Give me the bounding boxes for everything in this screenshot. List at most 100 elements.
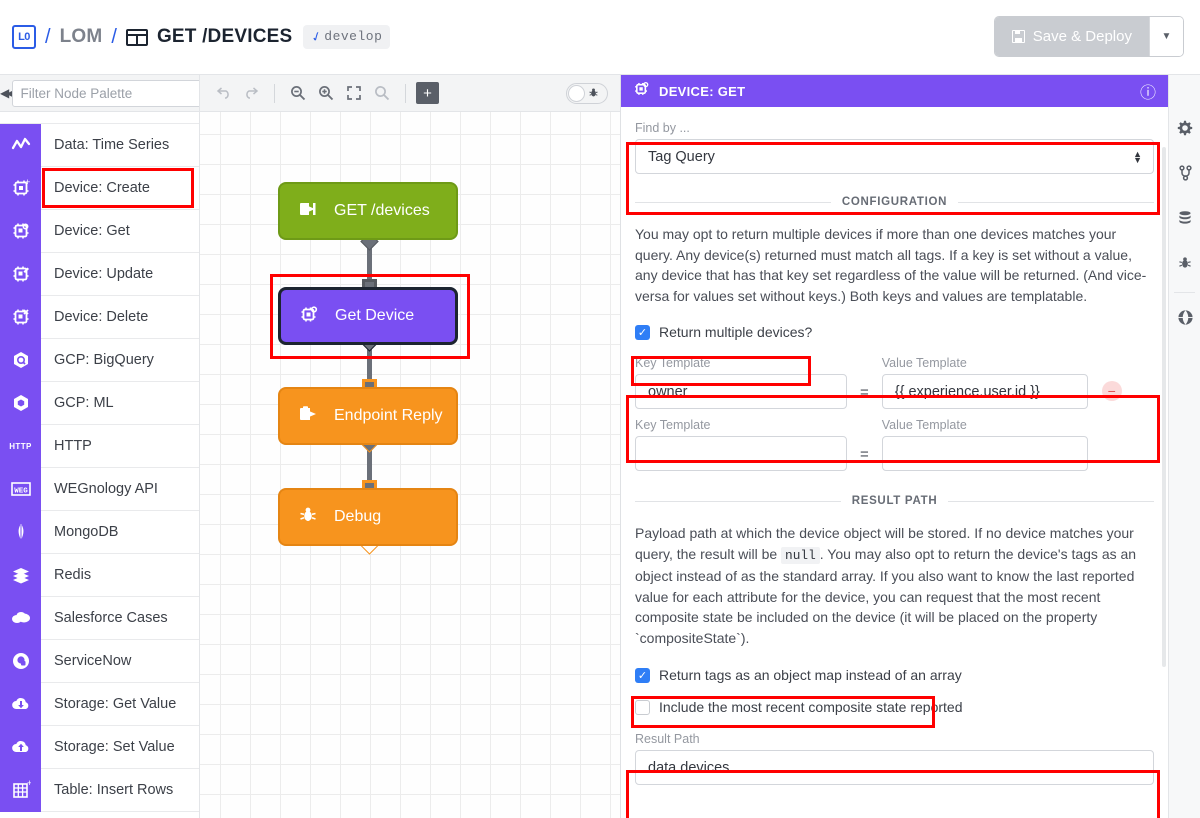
redo-button[interactable]: [238, 80, 264, 106]
canvas-node-get-device[interactable]: Get Device: [278, 287, 458, 345]
list-item-device-delete[interactable]: Device: Delete: [0, 295, 199, 339]
canvas-node-endpoint-reply[interactable]: Endpoint Reply: [278, 387, 458, 445]
canvas-node-trigger[interactable]: GET /devices: [278, 182, 458, 240]
list-item-label: GCP: BigQuery: [54, 352, 154, 368]
list-item-partial[interactable]: [0, 112, 199, 124]
list-item-servicenow[interactable]: ServiceNow: [0, 639, 199, 683]
list-item-http[interactable]: HTTP HTTP: [0, 424, 199, 468]
return-multiple-devices-checkbox[interactable]: ✓: [635, 324, 650, 340]
find-by-group: Find by ... ▲▼: [635, 107, 1154, 174]
minus-icon[interactable]: −: [1101, 381, 1122, 401]
branch-icon: [1178, 165, 1193, 186]
list-item-label: HTTP: [54, 438, 92, 454]
mongodb-icon: [0, 510, 41, 554]
database-icon: [1177, 210, 1193, 231]
workflow-canvas[interactable]: GET /devices Get Device Endpoint Reply D…: [200, 112, 620, 818]
rail-globe-button[interactable]: [1169, 297, 1200, 342]
rail-debug-button[interactable]: [1169, 243, 1200, 288]
list-item-gcp-bigquery[interactable]: GCP: BigQuery: [0, 338, 199, 382]
list-item-table-insert-rows[interactable]: + Table: Insert Rows: [0, 768, 199, 812]
rail-storage-button[interactable]: [1169, 198, 1200, 243]
add-node-icon[interactable]: +: [416, 82, 439, 104]
list-item-device-get[interactable]: Device: Get: [0, 209, 199, 253]
key-template-input-2[interactable]: [635, 436, 847, 471]
rail-divider: [1174, 292, 1195, 293]
list-item-storage-get-value[interactable]: Storage: Get Value: [0, 682, 199, 726]
list-item-storage-set-value[interactable]: Storage: Set Value: [0, 725, 199, 769]
result-path-section-divider: RESULT PATH: [635, 495, 1154, 507]
rail-versions-button[interactable]: [1169, 153, 1200, 198]
list-item-label: WEGnology API: [54, 481, 158, 497]
undo-button[interactable]: [210, 80, 236, 106]
save-deploy-button[interactable]: Save & Deploy: [994, 17, 1149, 56]
list-item-label: Device: Create: [54, 180, 150, 196]
list-item[interactable]: Data: Time Series: [0, 123, 199, 167]
zoom-in-icon[interactable]: [313, 80, 339, 106]
find-by-select-wrap[interactable]: ▲▼: [635, 139, 1154, 174]
panel-scrollbar[interactable]: [1162, 147, 1166, 667]
result-path-label: Result Path: [635, 732, 700, 746]
toolbar-divider-2: [405, 83, 406, 103]
chevron-down-icon: ▼: [1161, 31, 1172, 42]
brand-logo-text: L0: [18, 31, 30, 43]
branch-badge[interactable]: ✓ develop: [303, 25, 391, 49]
http-icon: HTTP: [0, 424, 41, 468]
return-multiple-devices-checkbox-row[interactable]: ✓ Return multiple devices?: [635, 324, 1154, 340]
tag-row-1: Key Template = Value Template −: [635, 356, 1154, 409]
help-icon[interactable]: ⓘ: [1140, 79, 1156, 103]
list-item-wegnology-api[interactable]: WEG WEGnology API: [0, 467, 199, 511]
panel-title: DEVICE: GET: [659, 83, 746, 99]
list-item-label: Storage: Get Value: [54, 696, 177, 712]
list-item-device-update[interactable]: Device: Update: [0, 252, 199, 296]
list-item-redis[interactable]: Redis: [0, 553, 199, 597]
list-item-label: Salesforce Cases: [54, 610, 168, 626]
svg-text:+: +: [27, 780, 31, 788]
salesforce-icon: [0, 596, 41, 640]
right-icon-rail: [1168, 75, 1200, 818]
debug-toggle[interactable]: [566, 83, 608, 104]
device-get-icon: [0, 209, 41, 253]
tags-as-object-checkbox-row[interactable]: ✓ Return tags as an object map instead o…: [635, 667, 1154, 683]
tags-as-object-label: Return tags as an object map instead of …: [659, 667, 962, 683]
find-by-select[interactable]: [635, 139, 1154, 174]
result-path-input[interactable]: [635, 750, 1154, 785]
key-template-label: Key Template: [635, 356, 711, 370]
rail-settings-button[interactable]: [1169, 108, 1200, 153]
filter-node-palette-input[interactable]: [12, 79, 199, 107]
fit-screen-icon[interactable]: [341, 80, 367, 106]
save-deploy-dropdown[interactable]: ▼: [1149, 17, 1183, 56]
gcp-ml-icon: [0, 381, 41, 425]
zoom-out-icon[interactable]: [285, 80, 311, 106]
canvas-node-label: Endpoint Reply: [334, 407, 443, 424]
branch-label: develop: [324, 29, 383, 44]
device-update-icon: [0, 252, 41, 296]
breadcrumb-workspace[interactable]: LOM: [60, 26, 103, 48]
value-template-input-2[interactable]: [881, 436, 1088, 471]
save-deploy-label: Save & Deploy: [1032, 28, 1132, 45]
node-palette: ◀◀ Data: Time Series + Device: Create: [0, 75, 200, 818]
endpoint-reply-icon: [298, 404, 318, 429]
include-composite-checkbox-row[interactable]: Include the most recent composite state …: [635, 699, 1154, 715]
key-template-input-1[interactable]: [635, 374, 847, 409]
search-icon[interactable]: [369, 80, 395, 106]
page-title: GET /DEVICES: [156, 26, 293, 47]
tags-as-object-checkbox[interactable]: ✓: [635, 667, 650, 683]
save-deploy-group[interactable]: Save & Deploy ▼: [994, 17, 1183, 56]
palette-toolbar: ◀◀: [0, 75, 199, 112]
brand-logo[interactable]: L0: [12, 25, 36, 49]
canvas-node-debug[interactable]: Debug: [278, 488, 458, 546]
list-item-salesforce-cases[interactable]: Salesforce Cases: [0, 596, 199, 640]
canvas-node-label: Get Device: [335, 307, 415, 324]
list-item-gcp-ml[interactable]: GCP: ML: [0, 381, 199, 425]
list-item-label: Device: Delete: [54, 309, 149, 325]
configuration-description: You may opt to return multiple devices i…: [635, 226, 1147, 304]
include-composite-checkbox[interactable]: [635, 699, 650, 715]
value-template-input-1[interactable]: [881, 374, 1088, 409]
result-path-description: Payload path at which the device object …: [635, 523, 1154, 648]
gcp-bigquery-icon: [0, 338, 41, 382]
collapse-palette-button[interactable]: ◀◀: [0, 75, 16, 111]
list-item-device-create[interactable]: + Device: Create: [0, 166, 199, 210]
list-item-label: MongoDB: [54, 524, 119, 540]
key-template-label: Key Template: [635, 418, 711, 432]
list-item-mongodb[interactable]: MongoDB: [0, 510, 199, 554]
